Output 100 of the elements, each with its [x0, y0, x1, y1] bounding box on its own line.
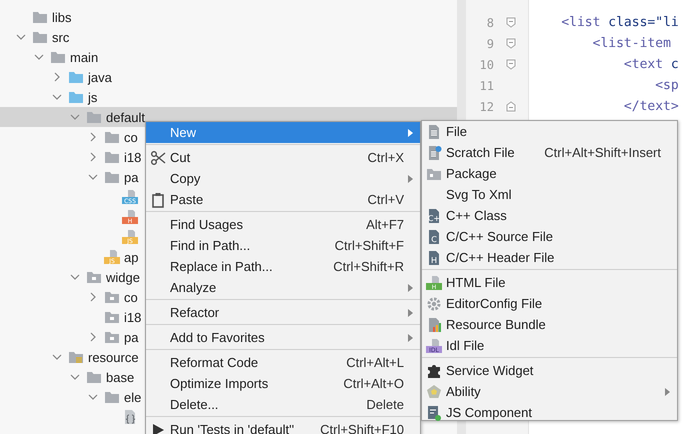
menu-item[interactable]: JS Component — [422, 402, 677, 423]
chevron-icon[interactable] — [70, 372, 80, 382]
code-token: <sp — [655, 78, 679, 93]
shortcut-label: Ctrl+Alt+O — [343, 376, 404, 391]
tree-item-label[interactable]: pa — [124, 330, 138, 344]
tree-item-label[interactable]: co — [124, 290, 138, 304]
folder-icon — [104, 129, 120, 145]
tree-item-label[interactable]: src — [52, 30, 70, 44]
tree-item-label[interactable]: widge — [106, 270, 140, 284]
tree-item-label[interactable]: js — [88, 90, 98, 104]
shortcut-label: Ctrl+Alt+L — [346, 355, 404, 370]
folder-icon — [104, 329, 120, 345]
tree-item-label[interactable]: i18 — [124, 150, 142, 164]
menu-item[interactable]: C C/C++ Source File — [422, 226, 677, 247]
shortcut-label: Ctrl+V — [368, 192, 404, 207]
menu-item[interactable]: Reformat Code Ctrl+Alt+L — [146, 352, 420, 373]
chevron-icon[interactable] — [88, 392, 98, 402]
folder-icon — [86, 269, 102, 285]
shortcut-label: Alt+F7 — [366, 217, 404, 232]
tree-item-label[interactable]: i18 — [124, 310, 142, 324]
code-token: c — [670, 57, 679, 72]
chevron-icon[interactable] — [16, 32, 26, 42]
menu-item[interactable]: Find Usages Alt+F7 — [146, 214, 420, 235]
menu-item[interactable]: Replace in Path... Ctrl+Shift+R — [146, 256, 420, 277]
tree-item-label[interactable]: default — [106, 110, 146, 124]
file-icon — [426, 316, 442, 332]
menu-item[interactable]: Service Widget — [422, 360, 677, 381]
folder-icon — [68, 89, 84, 105]
folder-icon — [68, 69, 84, 85]
menu-item[interactable]: Analyze — [146, 277, 420, 298]
chevron-icon[interactable] — [70, 112, 80, 122]
chevron-icon[interactable] — [88, 292, 98, 302]
tree-item-label[interactable]: resource — [88, 350, 139, 364]
menu-item[interactable]: Scratch File Ctrl+Alt+Shift+Insert — [422, 142, 677, 163]
fold-marker-icon[interactable] — [506, 38, 516, 49]
menu-item[interactable]: Run 'Tests in 'default'' Ctrl+Shift+F10 — [146, 419, 420, 434]
menu-item[interactable]: Paste Ctrl+V — [146, 189, 420, 210]
file-icon: C — [426, 228, 442, 244]
chevron-icon[interactable] — [70, 272, 80, 282]
chevron-icon[interactable] — [88, 132, 98, 142]
tree-item-label[interactable]: co — [124, 130, 138, 144]
menu-item[interactable]: H C/C++ Header File — [422, 247, 677, 268]
menu-item[interactable]: New — [146, 122, 420, 143]
menu-item[interactable]: Resource Bundle — [422, 314, 677, 335]
chevron-icon[interactable] — [88, 152, 98, 162]
code-token: </text> — [624, 99, 679, 114]
folder-icon — [68, 349, 84, 365]
shortcut-label: Ctrl+Shift+F — [334, 238, 404, 253]
fold-marker-icon[interactable] — [506, 17, 516, 28]
menu-item[interactable]: Refactor — [146, 302, 420, 323]
file-icon — [426, 124, 442, 140]
tree-item-label[interactable]: libs — [52, 10, 72, 24]
line-number: 12 — [478, 100, 494, 114]
tree-item-label[interactable]: ele — [124, 390, 142, 404]
code-token: <list-item — [592, 36, 671, 51]
menu-item[interactable]: Ability — [422, 381, 677, 402]
folder-icon — [104, 149, 120, 165]
file-icon — [122, 409, 138, 425]
code-token: class — [607, 15, 648, 30]
code-token: = — [647, 15, 656, 30]
line-number: 10 — [478, 58, 494, 72]
play-icon — [150, 422, 166, 434]
file-icon: H — [426, 250, 442, 266]
folder-icon — [104, 169, 120, 185]
folder-icon — [86, 109, 102, 125]
shortcut-label: Ctrl+Shift+F10 — [320, 422, 404, 434]
folder-icon — [86, 369, 102, 385]
chevron-icon[interactable] — [52, 92, 62, 102]
menu-item[interactable]: Add to Favorites — [146, 327, 420, 348]
chevron-icon[interactable] — [88, 332, 98, 342]
code-token: <text — [624, 57, 664, 72]
chevron-icon[interactable] — [88, 172, 98, 182]
tree-item-label[interactable]: base — [106, 370, 134, 384]
file-icon — [426, 404, 442, 420]
fold-marker-icon[interactable] — [506, 59, 516, 70]
folder-icon — [104, 309, 120, 325]
menu-item[interactable]: Optimize Imports Ctrl+Alt+O — [146, 373, 420, 394]
clipboard-icon — [150, 192, 166, 208]
chevron-icon[interactable] — [52, 72, 62, 82]
code-token: <list — [561, 15, 600, 30]
tree-item-label[interactable]: java — [88, 70, 112, 84]
chevron-icon[interactable] — [34, 52, 44, 62]
menu-item[interactable]: Package — [422, 163, 677, 184]
file-icon — [426, 144, 442, 160]
menu-item[interactable]: Copy — [146, 168, 420, 189]
line-number: 9 — [486, 36, 494, 50]
scissors-icon — [150, 150, 166, 166]
shortcut-label: Ctrl+X — [368, 150, 404, 165]
chevron-icon[interactable] — [52, 352, 62, 362]
menu-item[interactable]: Find in Path... Ctrl+Shift+F — [146, 235, 420, 256]
menu-item[interactable]: Delete... Delete — [146, 394, 420, 415]
tree-item-label[interactable]: pa — [124, 170, 138, 184]
menu-item[interactable]: Cut Ctrl+X — [146, 147, 420, 168]
tree-item-label[interactable]: ap — [124, 250, 138, 264]
tree-item-label[interactable]: main — [70, 50, 98, 64]
line-number: 11 — [478, 78, 494, 92]
menu-item[interactable]: EditorConfig File — [422, 293, 677, 314]
folder-icon — [32, 29, 48, 45]
folder-icon — [104, 389, 120, 405]
menu-item[interactable]: Svg To Xml — [422, 184, 677, 205]
